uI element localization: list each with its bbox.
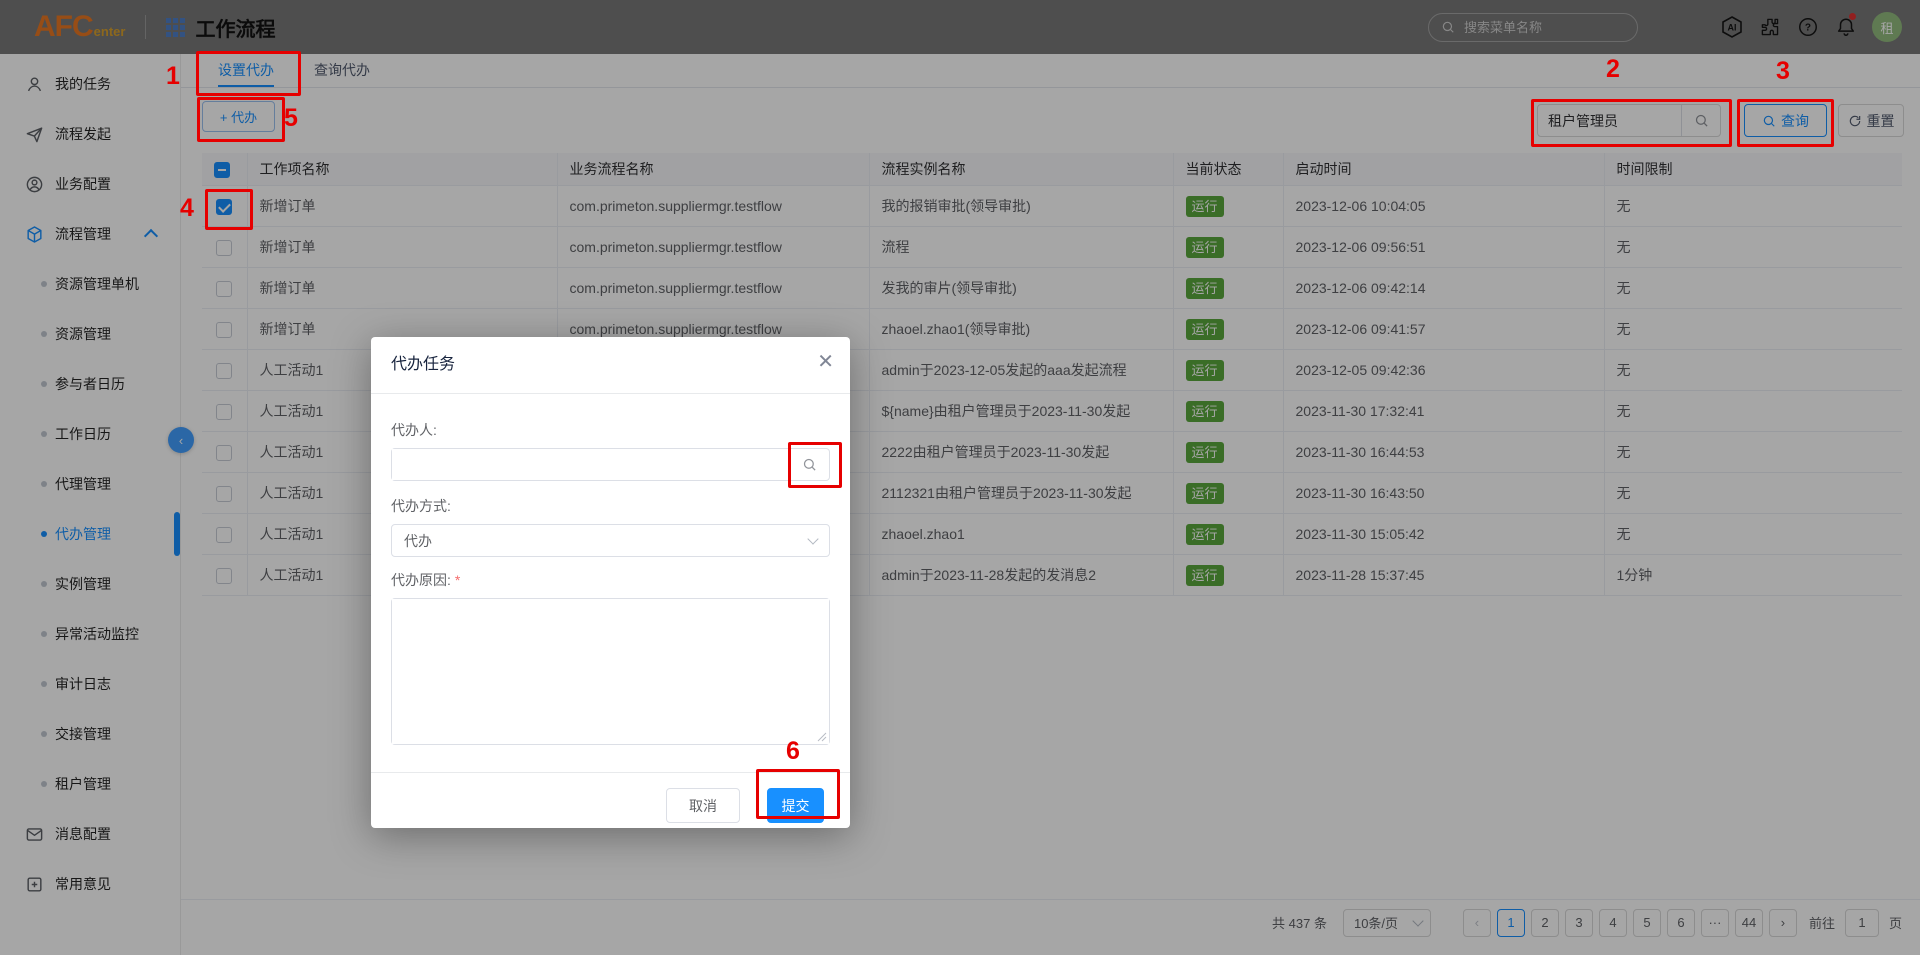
close-icon[interactable]: ✕ (817, 352, 834, 372)
assignee-input[interactable] (392, 449, 799, 480)
reason-textarea[interactable] (392, 599, 829, 744)
assignee-label: 代办人: (391, 420, 830, 440)
reason-textarea-wrap (391, 598, 830, 745)
cancel-button[interactable]: 取消 (666, 788, 740, 823)
delegate-task-dialog: 代办任务 ✕ 代办人: 代办方式: 代办 代办原因:* (371, 337, 850, 828)
assignee-input-group (391, 448, 830, 481)
chevron-down-icon (807, 533, 818, 544)
app-window: AFC enter 工作流程 AI (0, 0, 1920, 955)
mode-label: 代办方式: (391, 496, 830, 516)
assignee-search-icon[interactable] (788, 449, 829, 480)
required-mark: * (455, 572, 460, 588)
submit-button[interactable]: 提交 (767, 788, 824, 823)
dialog-title: 代办任务 (371, 337, 850, 394)
mode-select[interactable]: 代办 (391, 524, 830, 557)
modal-backdrop (0, 0, 1920, 955)
reason-label: 代办原因:* (391, 570, 830, 590)
